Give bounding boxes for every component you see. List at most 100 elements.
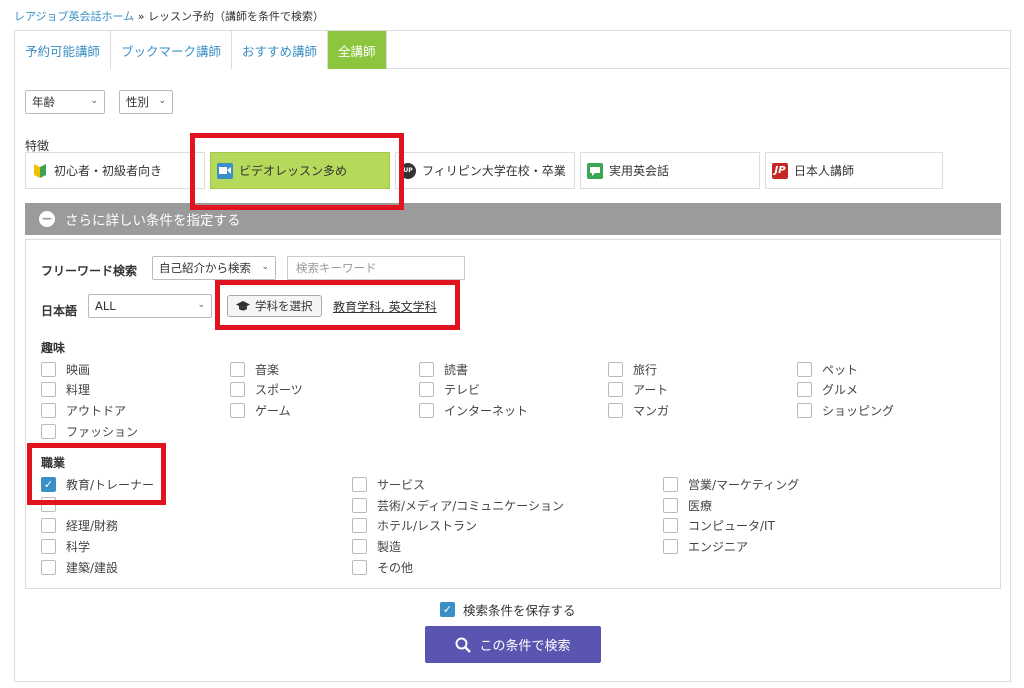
job-label: エンジニア	[688, 540, 749, 554]
job-label: 医療	[688, 499, 713, 513]
japanese-level-select[interactable]: ALL ⌄	[88, 294, 212, 318]
selected-departments[interactable]: 教育学科, 英文学科	[333, 298, 437, 315]
hobby-checkbox[interactable]: 料理	[41, 381, 90, 398]
checkbox-box	[663, 518, 678, 533]
hobby-label: ペット	[822, 363, 859, 377]
job-checkbox[interactable]: エンジニア	[663, 538, 748, 555]
hobby-label: アート	[633, 383, 669, 397]
hobby-checkbox[interactable]: グルメ	[797, 381, 858, 398]
tab-bookmarked-teachers[interactable]: ブックマーク講師	[111, 31, 233, 69]
feature-japanese-teacher[interactable]: JP 日本人講師	[765, 152, 943, 189]
tab-all-teachers[interactable]: 全講師	[328, 31, 387, 69]
tab-available-teachers[interactable]: 予約可能講師	[15, 31, 112, 69]
hobby-label: ゲーム	[255, 404, 291, 418]
hobby-checkbox[interactable]: 読書	[419, 361, 468, 378]
more-conditions-toggle[interactable]: − さらに詳しい条件を指定する	[25, 203, 1001, 235]
breadcrumb-separator: »	[134, 10, 148, 23]
checkbox-box	[352, 518, 367, 533]
checkbox-box	[608, 362, 623, 377]
chevron-down-icon: ⌄	[90, 96, 98, 106]
job-checkbox[interactable]: 営業/マーケティング	[663, 476, 799, 493]
feature-practical-english-label: 実用英会話	[609, 164, 670, 178]
beginner-mark-icon	[32, 163, 48, 179]
hobby-checkbox[interactable]: インターネット	[419, 402, 528, 419]
job-label: サービス	[377, 478, 426, 492]
checkbox-box	[352, 477, 367, 492]
hobby-checkbox[interactable]: 旅行	[608, 361, 657, 378]
hobby-checkbox[interactable]: 映画	[41, 361, 90, 378]
job-checkbox[interactable]: 製造	[352, 538, 401, 555]
save-conditions-label: 検索条件を保存する	[463, 603, 576, 618]
job-checkbox[interactable]: 芸術/メディア/コミュニケーション	[352, 497, 564, 514]
job-checkbox[interactable]: その他	[352, 559, 413, 576]
job-checkbox[interactable]: 建築/建設	[41, 559, 118, 576]
search-button[interactable]: この条件で検索	[425, 626, 601, 663]
breadcrumb-current: レッスン予約（講師を条件で検索）	[147, 10, 324, 23]
job-checkbox[interactable]: 経理/財務	[41, 517, 118, 534]
feature-beginner-label: 初心者・初級者向き	[54, 164, 163, 178]
hobby-label: 音楽	[255, 363, 280, 377]
breadcrumb-home-link[interactable]: レアジョブ英会話ホーム	[14, 10, 134, 23]
hobby-label: 料理	[66, 383, 91, 397]
job-checkbox[interactable]: 科学	[41, 538, 90, 555]
job-label: 経理/財務	[66, 519, 119, 533]
checkbox-box	[797, 362, 812, 377]
hobby-checkbox[interactable]: ゲーム	[230, 402, 291, 419]
hobby-label: ファッション	[66, 425, 139, 439]
checkbox-box	[608, 382, 623, 397]
checkbox-box	[230, 403, 245, 418]
hobby-label: スポーツ	[255, 383, 303, 397]
checkbox-box	[663, 539, 678, 554]
checkbox-box	[41, 403, 56, 418]
hobby-checkbox[interactable]: 音楽	[230, 361, 279, 378]
freeword-label: フリーワード検索	[41, 264, 138, 278]
select-department-button[interactable]: 学科を選択	[227, 295, 322, 317]
hobby-checkbox[interactable]: ショッピング	[797, 402, 894, 419]
job-label: 科学	[66, 540, 91, 554]
freeword-input[interactable]: 検索キーワード	[287, 256, 465, 280]
job-label: 芸術/メディア/コミュニケーション	[377, 499, 565, 513]
hobby-checkbox[interactable]: テレビ	[419, 381, 480, 398]
save-conditions-checkbox[interactable]: ✓ 検索条件を保存する	[440, 600, 576, 619]
hobby-checkbox[interactable]: スポーツ	[230, 381, 303, 398]
checkbox-box	[41, 497, 56, 512]
job-checkbox[interactable]: ✓ 教育/トレーナー	[41, 476, 154, 493]
gender-select[interactable]: 性別 ⌄	[119, 90, 173, 114]
hobby-label: 読書	[444, 363, 469, 377]
video-camera-icon	[217, 162, 233, 179]
conversation-icon	[587, 162, 603, 179]
job-checkbox[interactable]: サービス	[352, 476, 425, 493]
job-checkbox[interactable]: ホテル/レストラン	[352, 517, 477, 534]
checkbox-box	[797, 403, 812, 418]
job-checkbox[interactable]: 医療	[663, 497, 712, 514]
hobby-checkbox[interactable]: マンガ	[608, 402, 669, 419]
job-label: 教育/トレーナー	[66, 478, 155, 492]
checkmark-icon: ✓	[440, 602, 455, 617]
job-checkbox[interactable]	[41, 497, 66, 512]
hobby-checkbox[interactable]: ペット	[797, 361, 858, 378]
hobby-checkbox[interactable]: アート	[608, 381, 668, 398]
university-badge-icon: UP	[400, 162, 416, 179]
checkbox-box	[352, 498, 367, 513]
japanese-label: 日本語	[41, 304, 78, 318]
feature-practical-english[interactable]: 実用英会話	[580, 152, 760, 189]
feature-video-lesson[interactable]: ビデオレッスン多め	[210, 152, 390, 189]
feature-beginner[interactable]: 初心者・初級者向き	[25, 152, 205, 189]
freeword-scope-select[interactable]: 自己紹介から検索 ⌄	[152, 256, 276, 280]
tab-recommended-teachers[interactable]: おすすめ講師	[232, 31, 329, 69]
checkbox-box	[419, 403, 434, 418]
breadcrumb: レアジョブ英会話ホーム » レッスン予約（講師を条件で検索）	[14, 8, 324, 24]
hobby-label: グルメ	[822, 383, 859, 397]
hobby-checkbox[interactable]: ファッション	[41, 423, 138, 440]
hobby-checkbox[interactable]: アウトドア	[41, 402, 126, 419]
age-select[interactable]: 年齢 ⌄	[25, 90, 105, 114]
checkbox-box	[230, 382, 245, 397]
age-select-value: 年齢	[32, 95, 55, 109]
checkbox-box	[41, 560, 56, 575]
feature-philippine-university[interactable]: UP フィリピン大学在校・卒業	[395, 152, 575, 189]
minus-circle-icon: −	[39, 211, 55, 227]
job-checkbox[interactable]: コンピュータ/IT	[663, 517, 775, 534]
hobby-label: インターネット	[444, 404, 529, 418]
chevron-down-icon: ⌄	[158, 96, 166, 106]
chevron-down-icon: ⌄	[197, 300, 205, 310]
